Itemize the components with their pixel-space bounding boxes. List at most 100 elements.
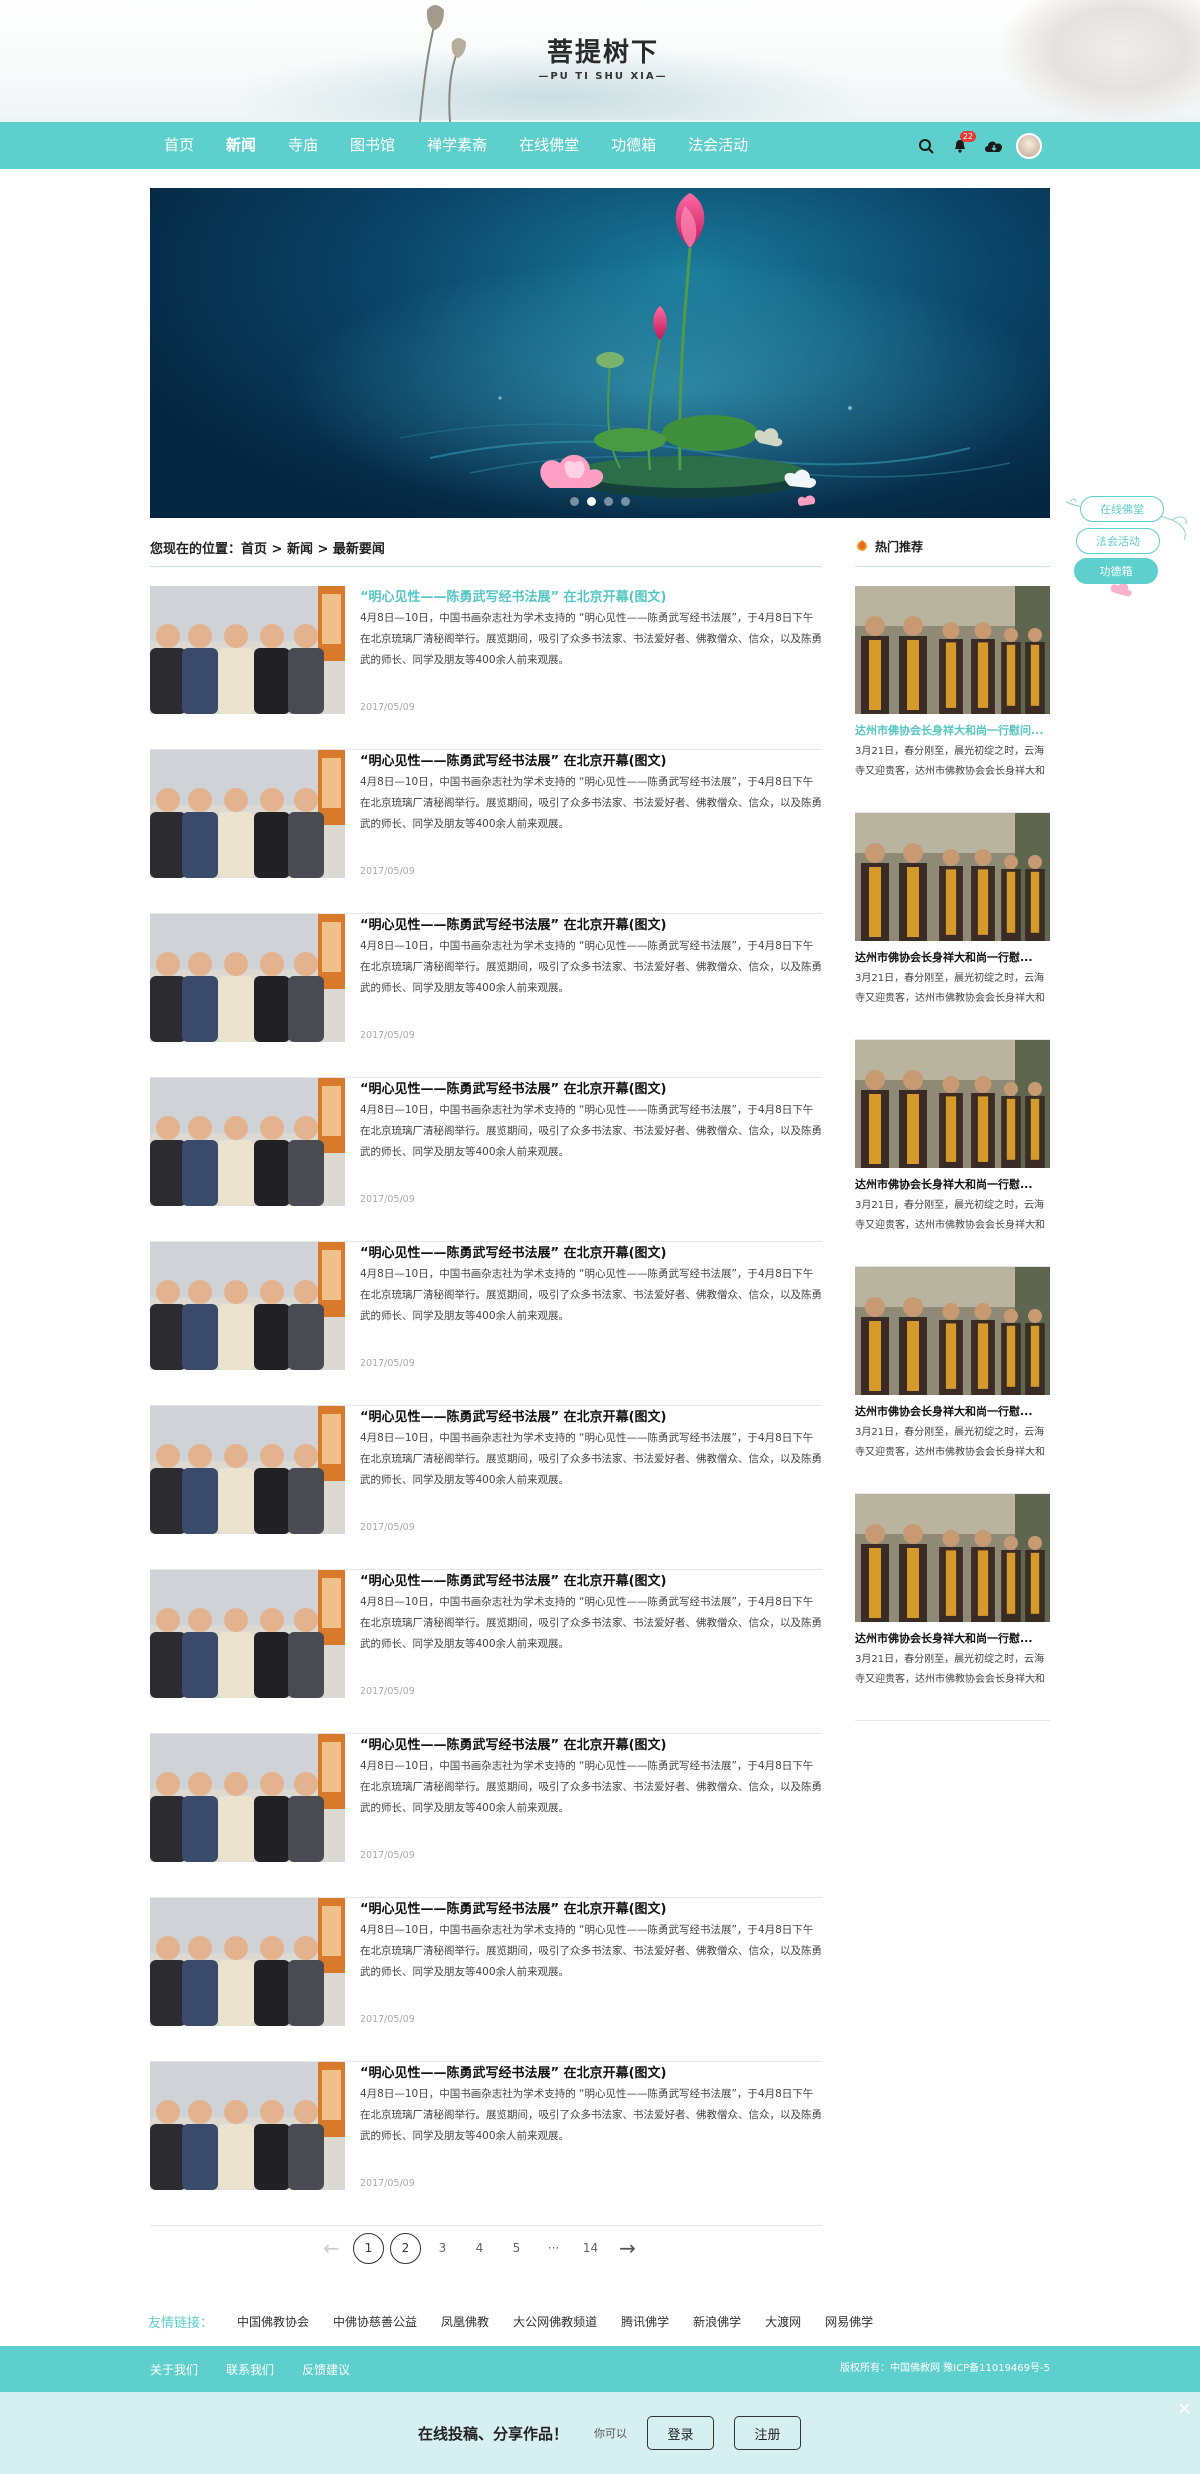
float-dharma-events-button[interactable]: 法会活动 xyxy=(1076,528,1160,554)
cloud-icon[interactable] xyxy=(982,134,1006,158)
user-avatar[interactable] xyxy=(1016,132,1042,159)
recommend-thumbnail[interactable] xyxy=(855,1267,1050,1395)
banner-dot-1[interactable] xyxy=(570,497,579,506)
news-item[interactable]: “明心见性——陈勇武写经书法展” 在北京开幕(图文) 4月8日—10日，中国书画杂… xyxy=(150,2062,822,2226)
nav-item-online-hall[interactable]: 在线佛堂 xyxy=(503,122,595,169)
news-title[interactable]: “明心见性——陈勇武写经书法展” 在北京开幕(图文) xyxy=(360,1898,667,1917)
recommend-title[interactable]: 达州市佛协会长身祥大和尚一行慰... xyxy=(855,1630,1050,1646)
recommend-summary: 3月21日，春分刚至，晨光初绽之时，云海寺又迎贵客，达州市佛教协会会长身祥大和尚… xyxy=(855,973,1045,1004)
news-date: 2017/05/09 xyxy=(360,702,415,713)
friend-link[interactable]: 中佛协慈善公益 xyxy=(333,2313,417,2330)
nav-item-zen-vegetarian[interactable]: 禅学素斋 xyxy=(411,122,503,169)
recommend-title[interactable]: 达州市佛协会长身祥大和尚一行慰... xyxy=(855,949,1050,965)
news-thumbnail[interactable] xyxy=(150,1734,345,1862)
news-thumbnail[interactable] xyxy=(150,1078,345,1206)
friend-link[interactable]: 中国佛教协会 xyxy=(237,2313,309,2330)
recommend-summary: 3月21日，春分刚至，晨光初绽之时，云海寺又迎贵客，达州市佛教协会会长身祥大和尚… xyxy=(855,746,1045,777)
recommend-item[interactable]: 达州市佛协会长身祥大和尚一行慰... 3月21日，春分刚至，晨光初绽之时，云海寺又… xyxy=(855,1267,1050,1494)
news-thumbnail[interactable] xyxy=(150,750,345,878)
login-button[interactable]: 登录 xyxy=(647,2416,715,2450)
news-title[interactable]: “明心见性——陈勇武写经书法展” 在北京开幕(图文) xyxy=(360,1242,667,1261)
news-item[interactable]: “明心见性——陈勇武写经书法展” 在北京开幕(图文) 4月8日—10日，中国书画杂… xyxy=(150,1570,822,1734)
nav-item-home[interactable]: 首页 xyxy=(148,122,210,169)
news-title[interactable]: “明心见性——陈勇武写经书法展” 在北京开幕(图文) xyxy=(360,1570,667,1589)
friend-link[interactable]: 大渡网 xyxy=(765,2313,801,2330)
news-item[interactable]: “明心见性——陈勇武写经书法展” 在北京开幕(图文) 4月8日—10日，中国书画杂… xyxy=(150,1406,822,1570)
float-donation-box-button[interactable]: 功德箱 xyxy=(1074,558,1158,584)
news-thumbnail[interactable] xyxy=(150,586,345,714)
news-date: 2017/05/09 xyxy=(360,1686,415,1697)
news-thumbnail[interactable] xyxy=(150,1898,345,2026)
footer-link-about[interactable]: 关于我们 xyxy=(150,2361,198,2378)
news-title[interactable]: “明心见性——陈勇武写经书法展” 在北京开幕(图文) xyxy=(360,1078,667,1097)
nav-item-dharma-events[interactable]: 法会活动 xyxy=(672,122,764,169)
page-1[interactable]: 1 xyxy=(353,2232,384,2264)
news-item[interactable]: “明心见性——陈勇武写经书法展” 在北京开幕(图文) 4月8日—10日，中国书画杂… xyxy=(150,914,822,1078)
news-title[interactable]: “明心见性——陈勇武写经书法展” 在北京开幕(图文) xyxy=(360,914,667,933)
recommend-thumbnail[interactable] xyxy=(855,586,1050,714)
recommend-thumbnail[interactable] xyxy=(855,1494,1050,1622)
recommend-item[interactable]: 达州市佛协会长身祥大和尚一行慰... 3月21日，春分刚至，晨光初绽之时，云海寺又… xyxy=(855,1494,1050,1721)
news-item[interactable]: “明心见性——陈勇武写经书法展” 在北京开幕(图文) 4月8日—10日，中国书画杂… xyxy=(150,1734,822,1898)
hero-banner[interactable] xyxy=(150,188,1050,518)
nav-item-donation-box[interactable]: 功德箱 xyxy=(595,122,672,169)
news-item[interactable]: “明心见性——陈勇武写经书法展” 在北京开幕(图文) 4月8日—10日，中国书画杂… xyxy=(150,1242,822,1406)
next-page-arrow-icon[interactable]: → xyxy=(612,2233,643,2264)
recommend-title[interactable]: 达州市佛协会长身祥大和尚一行慰... xyxy=(855,1176,1050,1192)
friend-link[interactable]: 大公网佛教频道 xyxy=(513,2313,597,2330)
page-2[interactable]: 2 xyxy=(390,2232,421,2264)
copyright-text: 版权所有：中国佛教网 豫ICP备11019469号-5 xyxy=(839,2363,1050,2374)
lotus-pond-illustration xyxy=(290,193,1050,518)
banner-dot-3[interactable] xyxy=(604,497,613,506)
recommend-item[interactable]: 达州市佛协会长身祥大和尚一行慰问... 3月21日，春分刚至，晨光初绽之时，云海寺… xyxy=(855,586,1050,813)
page-3[interactable]: 3 xyxy=(427,2233,458,2264)
news-thumbnail[interactable] xyxy=(150,1570,345,1698)
buddha-face-decoration xyxy=(1000,0,1200,122)
news-thumbnail[interactable] xyxy=(150,1242,345,1370)
recommend-thumbnail[interactable] xyxy=(855,813,1050,941)
news-item[interactable]: “明心见性——陈勇武写经书法展” 在北京开幕(图文) 4月8日—10日，中国书画杂… xyxy=(150,750,822,914)
news-title[interactable]: “明心见性——陈勇武写经书法展” 在北京开幕(图文) xyxy=(360,2062,667,2081)
register-button[interactable]: 注册 xyxy=(734,2416,802,2450)
close-icon[interactable]: × xyxy=(1177,2398,1192,2419)
news-summary: 4月8日—10日，中国书画杂志社为学术支持的 “明心见性——陈勇武写经书法展”，… xyxy=(360,1104,822,1158)
banner-dot-4[interactable] xyxy=(621,497,630,506)
float-online-hall-button[interactable]: 在线佛堂 xyxy=(1080,496,1164,522)
recommend-item[interactable]: 达州市佛协会长身祥大和尚一行慰... 3月21日，春分刚至，晨光初绽之时，云海寺又… xyxy=(855,1040,1050,1267)
news-title[interactable]: “明心见性——陈勇武写经书法展” 在北京开幕(图文) xyxy=(360,750,667,769)
search-icon[interactable] xyxy=(914,134,938,158)
recommend-item[interactable]: 达州市佛协会长身祥大和尚一行慰... 3月21日，春分刚至，晨光初绽之时，云海寺又… xyxy=(855,813,1050,1040)
nav-item-news[interactable]: 新闻 xyxy=(210,122,272,169)
footer-link-contact[interactable]: 联系我们 xyxy=(226,2361,274,2378)
friend-link[interactable]: 凤凰佛教 xyxy=(441,2313,489,2330)
submission-bar-content: 在线投稿、分享作品！ 你可以 登录 注册 xyxy=(418,2392,802,2474)
friend-link[interactable]: 网易佛学 xyxy=(825,2313,873,2330)
friend-link[interactable]: 新浪佛学 xyxy=(693,2313,741,2330)
news-thumbnail[interactable] xyxy=(150,914,345,1042)
news-item[interactable]: “明心见性——陈勇武写经书法展” 在北京开幕(图文) 4月8日—10日，中国书画杂… xyxy=(150,1898,822,2062)
recommend-thumbnail[interactable] xyxy=(855,1040,1050,1168)
news-thumbnail[interactable] xyxy=(150,1406,345,1534)
recommend-title[interactable]: 达州市佛协会长身祥大和尚一行慰... xyxy=(855,1403,1050,1419)
bell-icon[interactable]: 22 xyxy=(948,130,976,158)
news-summary: 4月8日—10日，中国书画杂志社为学术支持的 “明心见性——陈勇武写经书法展”，… xyxy=(360,612,822,666)
news-title[interactable]: “明心见性——陈勇武写经书法展” 在北京开幕(图文) xyxy=(360,1734,667,1753)
banner-dot-2[interactable] xyxy=(587,497,596,506)
recommend-title[interactable]: 达州市佛协会长身祥大和尚一行慰问... xyxy=(855,722,1050,738)
page-5[interactable]: 5 xyxy=(501,2233,532,2264)
news-title[interactable]: “明心见性——陈勇武写经书法展” 在北京开幕(图文) xyxy=(360,1406,667,1425)
news-thumbnail[interactable] xyxy=(150,2062,345,2190)
footer-link-feedback[interactable]: 反馈建议 xyxy=(302,2361,350,2378)
news-title[interactable]: “明心见性——陈勇武写经书法展” 在北京开幕(图文) xyxy=(360,586,667,605)
page-14[interactable]: 14 xyxy=(575,2233,606,2264)
submission-bar-subtext: 你可以 xyxy=(594,2427,628,2440)
nav-item-library[interactable]: 图书馆 xyxy=(334,122,411,169)
site-logo[interactable]: 菩提树下 —PU TI SHU XIA— xyxy=(538,32,668,82)
prev-page-arrow-icon[interactable]: ← xyxy=(316,2233,347,2264)
news-item[interactable]: “明心见性——陈勇武写经书法展” 在北京开幕(图文) 4月8日—10日，中国书画杂… xyxy=(150,586,822,750)
nav-item-temples[interactable]: 寺庙 xyxy=(272,122,334,169)
friend-link[interactable]: 腾讯佛学 xyxy=(621,2313,669,2330)
news-item[interactable]: “明心见性——陈勇武写经书法展” 在北京开幕(图文) 4月8日—10日，中国书画杂… xyxy=(150,1078,822,1242)
news-summary: 4月8日—10日，中国书画杂志社为学术支持的 “明心见性——陈勇武写经书法展”，… xyxy=(360,776,822,830)
page-4[interactable]: 4 xyxy=(464,2233,495,2264)
